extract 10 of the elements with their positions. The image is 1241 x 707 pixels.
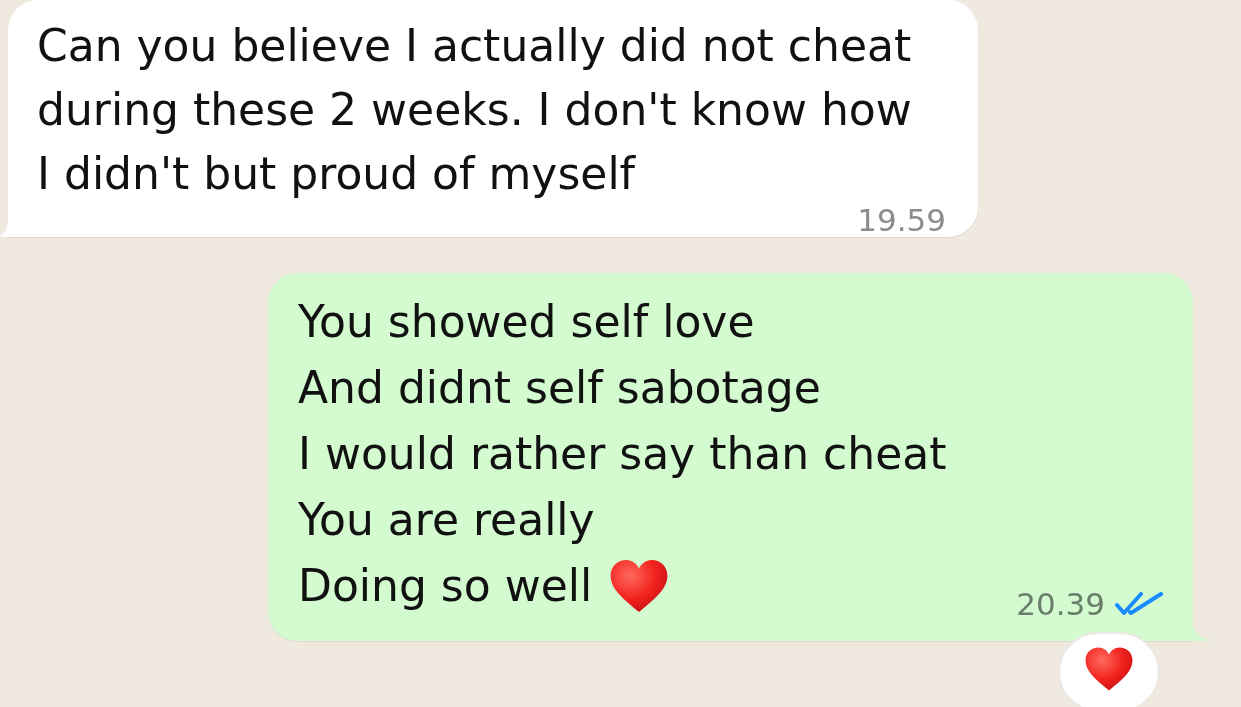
message-line: You are really: [298, 493, 595, 547]
message-line: You showed self love: [298, 295, 755, 349]
message-time: 20.39: [1016, 590, 1105, 618]
message-text: Can you believe I actually did not cheat during these 2 weeks. I don't know how I didn't but proud of myself: [37, 19, 913, 201]
heart-icon: [610, 559, 669, 613]
message-line: And didnt self sabotage: [298, 361, 821, 415]
message-time: 19.59: [857, 206, 946, 234]
message-line: Doing so well: [298, 559, 593, 613]
heart-icon: [1085, 647, 1133, 691]
message-line: I would rather say than cheat: [298, 427, 947, 481]
